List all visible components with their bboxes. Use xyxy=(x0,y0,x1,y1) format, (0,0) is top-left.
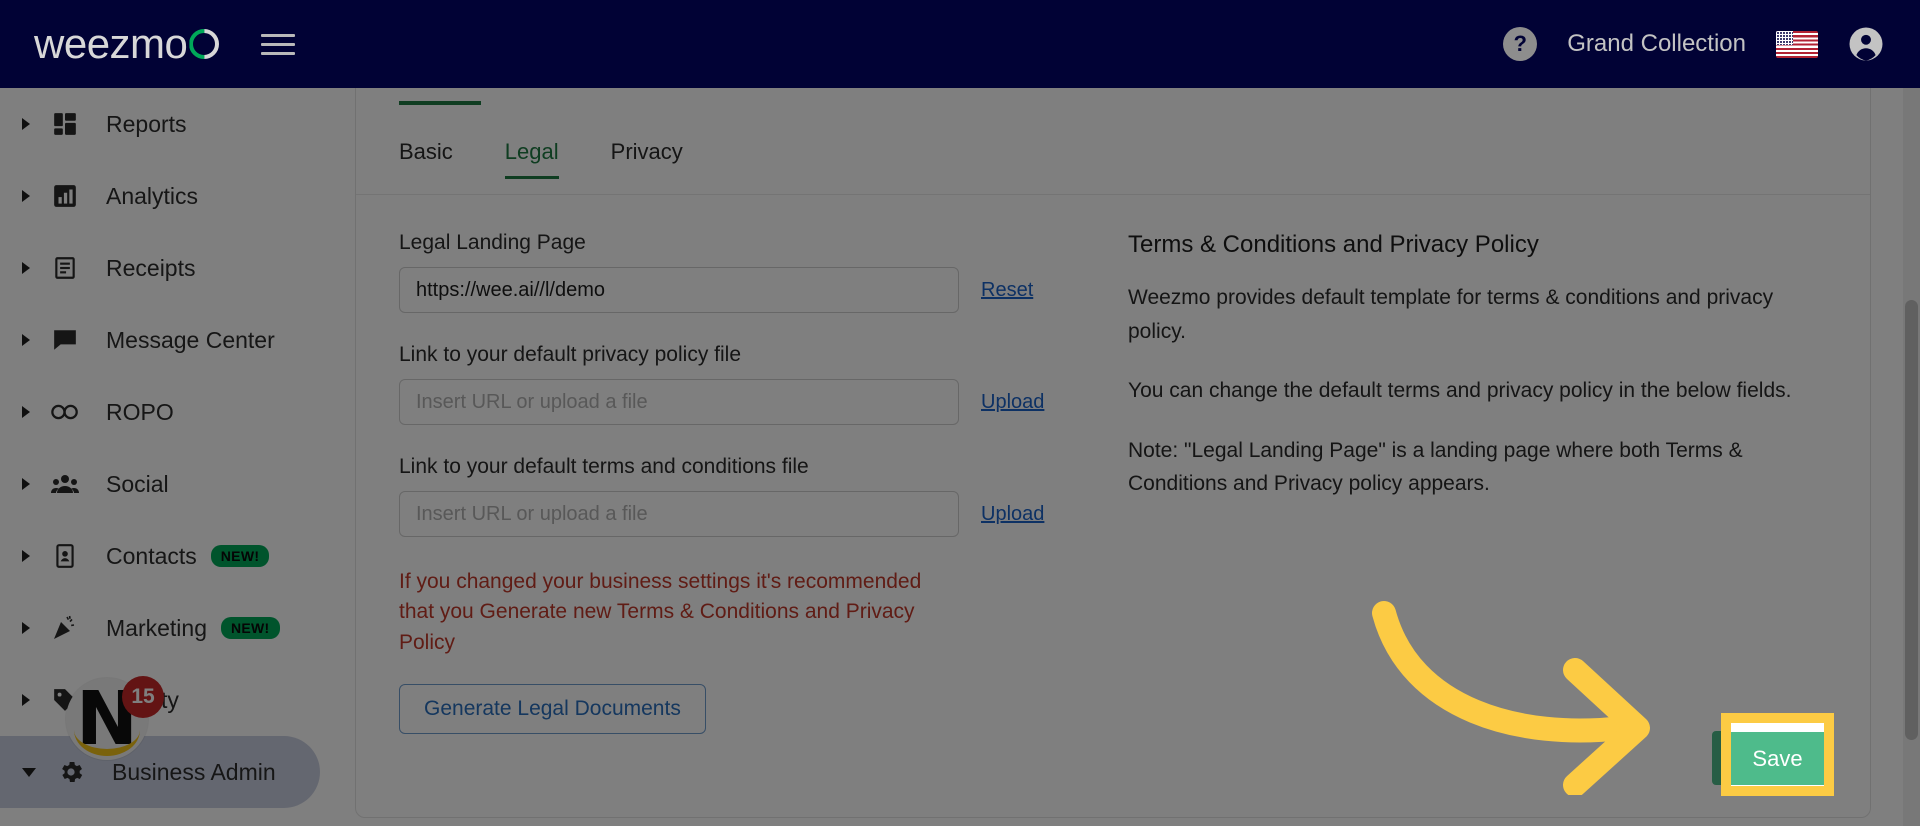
parent-tab-active-underline xyxy=(399,101,481,105)
sidebar-item-label: Contacts xyxy=(106,542,197,569)
legal-landing-page-label: Legal Landing Page xyxy=(399,231,586,254)
chevron-right-icon[interactable] xyxy=(22,478,30,490)
chevron-right-icon[interactable] xyxy=(22,694,30,706)
sidebar-item-contacts[interactable]: Contacts NEW! xyxy=(0,520,340,592)
bar-chart-icon xyxy=(50,181,80,211)
receipt-icon xyxy=(50,253,80,283)
terms-conditions-file-label: Link to your default terms and condition… xyxy=(399,455,809,478)
sidebar-item-label: Social xyxy=(106,470,169,497)
megaphone-icon xyxy=(50,613,80,643)
legal-landing-page-row: Reset xyxy=(399,267,1099,313)
flag-canton xyxy=(1776,30,1793,45)
chevron-right-icon[interactable] xyxy=(22,550,30,562)
chevron-right-icon[interactable] xyxy=(22,622,30,634)
dashboard-grid-icon xyxy=(50,109,80,139)
sidebar-item-ropo[interactable]: ROPO xyxy=(0,376,340,448)
legal-info-column: Terms & Conditions and Privacy Policy We… xyxy=(1128,231,1828,527)
tab-privacy[interactable]: Privacy xyxy=(611,139,683,179)
info-paragraph: Note: "Legal Landing Page" is a landing … xyxy=(1128,438,1743,496)
settings-tab-row: Basic Legal Privacy xyxy=(399,139,683,179)
account-avatar-icon[interactable] xyxy=(1848,26,1884,62)
sidebar-item-social[interactable]: Social xyxy=(0,448,340,520)
question-mark-icon[interactable]: ? xyxy=(1503,27,1538,61)
regenerate-warning-text: If you changed your business settings it… xyxy=(399,570,922,654)
top-header-bar: weezmo ? Grand Collection xyxy=(0,0,1920,88)
generate-legal-documents-button[interactable]: Generate Legal Documents xyxy=(399,684,706,735)
new-badge: NEW! xyxy=(220,617,280,639)
sidebar-item-label: Business Admin xyxy=(112,758,276,785)
sidebar-item-label: Receipts xyxy=(106,254,196,281)
page-scrollbar-thumb[interactable] xyxy=(1905,300,1918,740)
sidebar-item-business-admin[interactable]: Business Admin xyxy=(0,736,320,808)
tab-legal[interactable]: Legal xyxy=(504,139,559,179)
us-flag-icon[interactable] xyxy=(1776,30,1818,58)
hamburger-line xyxy=(261,42,296,46)
tab-basic[interactable]: Basic xyxy=(399,139,453,179)
sidebar-item-marketing[interactable]: Marketing NEW! xyxy=(0,592,340,664)
terms-conditions-file-row: Upload xyxy=(399,491,1099,537)
sidebar-item-receipts[interactable]: Receipts xyxy=(0,232,340,304)
tab-divider xyxy=(356,194,1870,195)
people-group-icon xyxy=(50,469,80,499)
weezmo-logo-circle-icon xyxy=(189,29,219,59)
chevron-down-icon[interactable] xyxy=(22,767,36,777)
hamburger-line xyxy=(261,51,296,55)
save-button-highlighted[interactable]: Save xyxy=(1731,732,1824,785)
sidebar-item-label: Marketing xyxy=(106,614,207,641)
app-root: weezmo ? Grand Collection Reports Analyt… xyxy=(0,0,1920,826)
sidebar-item-loyalty[interactable]: Loyalty xyxy=(0,664,340,736)
chevron-right-icon[interactable] xyxy=(22,262,30,274)
sidebar-item-label: Analytics xyxy=(106,182,199,209)
left-sidebar-nav: Reports Analytics Receipts Message Cente… xyxy=(0,88,340,826)
weezmo-logo[interactable]: weezmo xyxy=(34,23,219,65)
info-title: Terms & Conditions and Privacy Policy xyxy=(1128,231,1539,258)
sidebar-item-analytics[interactable]: Analytics xyxy=(0,160,340,232)
new-badge: NEW! xyxy=(210,545,270,567)
privacy-policy-file-row: Upload xyxy=(399,379,1099,425)
terms-conditions-file-input[interactable] xyxy=(399,491,959,537)
chevron-right-icon[interactable] xyxy=(22,406,30,418)
chevron-right-icon[interactable] xyxy=(22,190,30,202)
chevron-right-icon[interactable] xyxy=(22,118,30,130)
header-right-controls: ? Grand Collection xyxy=(1503,26,1884,62)
reset-link[interactable]: Reset xyxy=(981,279,1033,302)
info-paragraph: Weezmo provides default template for ter… xyxy=(1128,286,1774,343)
upload-terms-conditions-link[interactable]: Upload xyxy=(981,503,1044,526)
privacy-policy-file-input[interactable] xyxy=(399,379,959,425)
chevron-right-icon[interactable] xyxy=(22,334,30,346)
sidebar-item-message-center[interactable]: Message Center xyxy=(0,304,340,376)
sidebar-item-reports[interactable]: Reports xyxy=(0,88,340,160)
hamburger-line xyxy=(261,33,296,37)
business-name-label[interactable]: Grand Collection xyxy=(1567,30,1746,58)
contact-card-icon xyxy=(50,541,80,571)
legal-form-column: Legal Landing Page Reset Link to your de… xyxy=(399,231,1099,735)
notification-count-badge: 15 xyxy=(122,676,164,718)
legal-landing-page-input[interactable] xyxy=(399,267,959,313)
chat-bubble-icon xyxy=(50,325,80,355)
info-paragraph: You can change the default terms and pri… xyxy=(1128,379,1792,403)
hamburger-menu-icon[interactable] xyxy=(261,28,296,61)
privacy-policy-file-label: Link to your default privacy policy file xyxy=(399,343,741,366)
save-button-highlight-box: Save xyxy=(1721,713,1834,796)
legal-settings-card: Basic Legal Privacy Legal Landing Page R… xyxy=(355,78,1871,818)
infinity-icon xyxy=(50,397,80,427)
sidebar-item-label: ROPO xyxy=(106,398,174,425)
logo-text: weezmo xyxy=(34,20,188,67)
sidebar-item-label: Reports xyxy=(106,110,187,137)
sidebar-item-label: Message Center xyxy=(106,326,275,353)
upload-privacy-policy-link[interactable]: Upload xyxy=(981,391,1044,414)
gear-icon xyxy=(56,757,86,787)
